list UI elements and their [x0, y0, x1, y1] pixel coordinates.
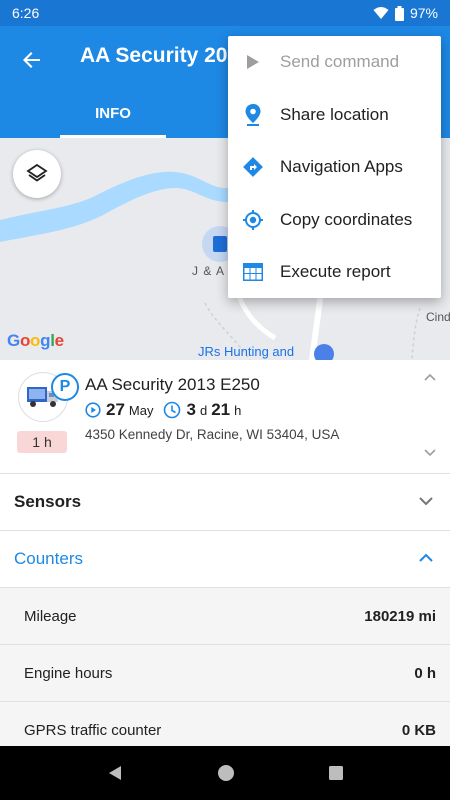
nav-recents-icon[interactable] [328, 765, 344, 781]
overflow-menu: Send command Share location Navigation A… [228, 36, 441, 298]
table-icon [238, 257, 268, 287]
status-bar: 6:26 97% [0, 0, 450, 26]
counter-label: Mileage [24, 607, 77, 625]
map-label-jrs: JRs Hunting and [198, 344, 295, 359]
counter-value: 180219 mi [364, 607, 436, 625]
unit-address: 4350 Kennedy Dr, Racine, WI 53404, USA [85, 427, 340, 442]
counter-value: 0 KB [401, 721, 436, 739]
date-month: May [128, 402, 154, 418]
status-icons: 97% [373, 5, 438, 21]
clock-icon [164, 401, 181, 419]
battery-percent: 97% [409, 5, 438, 21]
counter-label: Engine hours [24, 664, 113, 682]
wifi-icon [373, 7, 389, 19]
menu-item-navigation-apps[interactable]: Navigation Apps [228, 141, 441, 194]
layers-icon [26, 163, 48, 182]
app-title: AA Security 20 [80, 44, 228, 67]
duration-days: 3 [186, 400, 196, 419]
menu-item-copy-coordinates[interactable]: Copy coordinates [228, 194, 441, 247]
sensors-section-header[interactable]: Sensors [0, 474, 450, 531]
status-time: 6:26 [12, 5, 40, 21]
arrow-back-icon [23, 52, 40, 68]
counters-section-header[interactable]: Counters [0, 531, 450, 588]
chevron-down-icon [419, 497, 433, 506]
counter-label: GPRS traffic counter [24, 721, 162, 739]
counter-row-mileage: Mileage 180219 mi [0, 588, 450, 645]
unit-meta: 27 May 3 d 21 h [85, 400, 245, 420]
parking-badge: P [51, 373, 79, 401]
sensors-label: Sensors [14, 492, 82, 511]
gps-target-icon [238, 205, 268, 235]
system-nav-bar [0, 746, 450, 800]
menu-item-share-location[interactable]: Share location [228, 89, 441, 142]
counter-row-engine-hours: Engine hours 0 h [0, 645, 450, 702]
chevron-down-icon[interactable] [423, 448, 437, 458]
battery-icon [394, 5, 404, 21]
menu-item-execute-report[interactable]: Execute report [228, 246, 441, 299]
poi-pin [314, 344, 334, 360]
unit-marker-icon [213, 236, 227, 252]
counters-label: Counters [14, 549, 83, 568]
menu-item-label: Copy coordinates [280, 209, 413, 229]
menu-item-send-command[interactable]: Send command [228, 36, 441, 89]
chevron-up-icon[interactable] [423, 372, 437, 382]
duration-badge: 1 h [17, 431, 67, 453]
duration-days-unit: d [199, 402, 208, 418]
menu-item-label: Navigation Apps [280, 157, 403, 177]
map-label-cind: Cind [426, 310, 450, 324]
map-label-ja: J & A [192, 264, 226, 278]
back-button[interactable] [14, 42, 50, 78]
menu-item-label: Share location [280, 104, 389, 124]
counter-value: 0 h [414, 664, 436, 682]
nav-back-icon[interactable] [106, 764, 124, 782]
google-logo: Google [7, 331, 64, 350]
unit-card[interactable]: P 1 h AA Security 2013 E250 27 May 3 d 2… [0, 360, 450, 474]
tab-info[interactable]: INFO [60, 94, 166, 138]
play-icon [238, 47, 268, 77]
menu-item-label: Execute report [280, 262, 391, 282]
menu-item-label: Send command [280, 52, 400, 72]
location-pin-icon [238, 100, 268, 130]
chevron-up-icon [419, 553, 433, 562]
duration-hours-unit: h [234, 402, 242, 418]
directions-icon [238, 152, 268, 182]
unit-name: AA Security 2013 E250 [85, 375, 260, 394]
play-circle-icon [85, 402, 101, 418]
map-layers-button[interactable] [13, 150, 61, 198]
date-day: 27 [106, 400, 125, 419]
duration-hours: 21 [211, 400, 231, 419]
nav-home-icon[interactable] [216, 763, 236, 783]
